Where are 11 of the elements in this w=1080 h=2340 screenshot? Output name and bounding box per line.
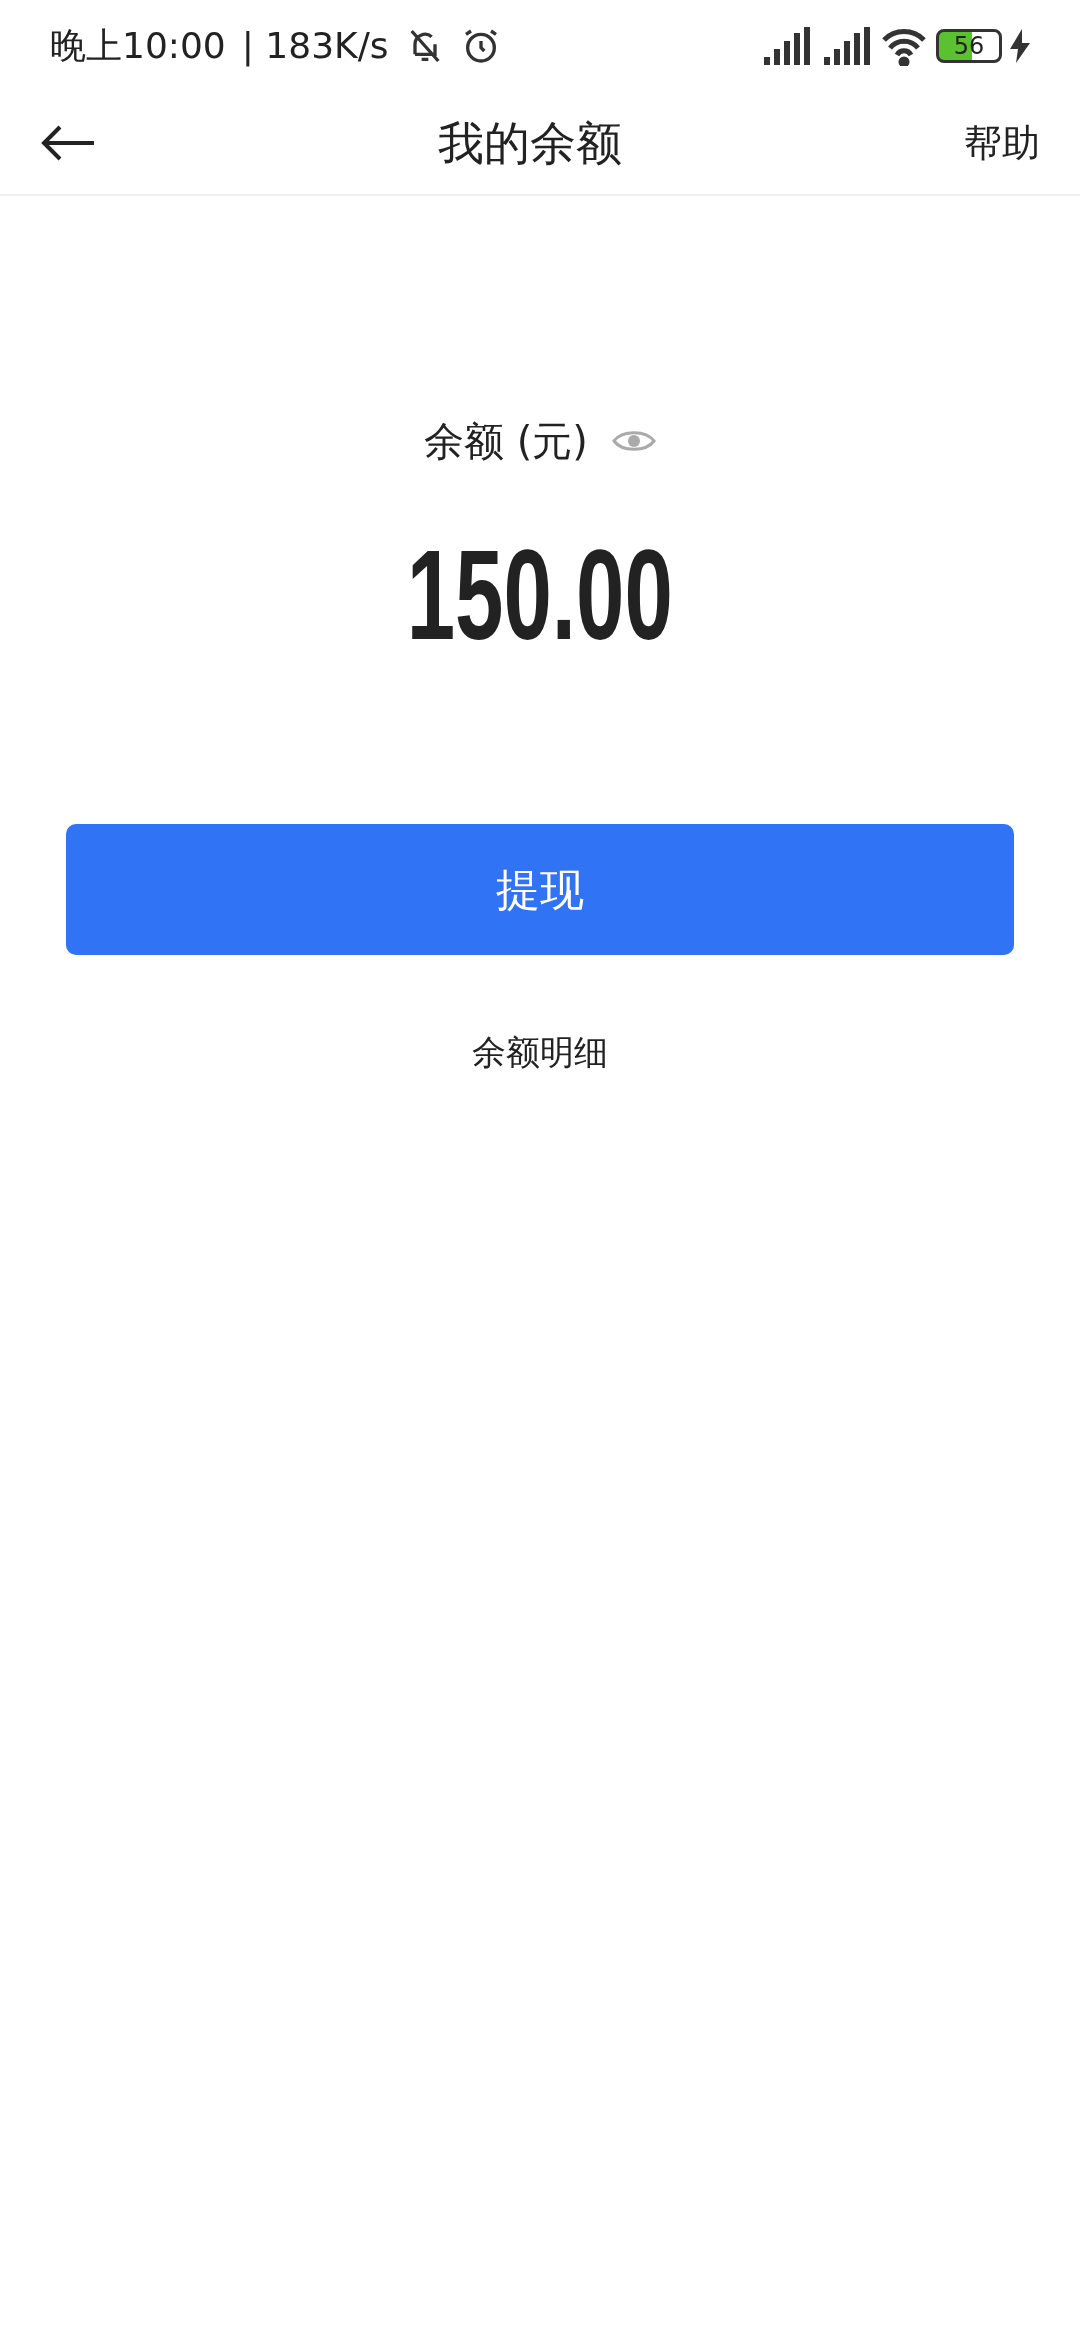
wifi-icon: [880, 26, 928, 66]
withdraw-button[interactable]: 提现: [66, 824, 1014, 955]
charging-icon: [1010, 29, 1030, 63]
help-link[interactable]: 帮助: [964, 114, 1040, 172]
balance-label: 余额 (元): [424, 417, 588, 466]
balance-details-link[interactable]: 余额明细: [472, 1027, 608, 1078]
balance-amount: 150.00: [406, 531, 674, 659]
back-arrow-icon[interactable]: [40, 123, 96, 163]
network-speed: | 183K/s: [241, 24, 389, 69]
page-title: 我的余额: [437, 114, 623, 172]
status-time: 晚上10:00: [50, 24, 226, 68]
